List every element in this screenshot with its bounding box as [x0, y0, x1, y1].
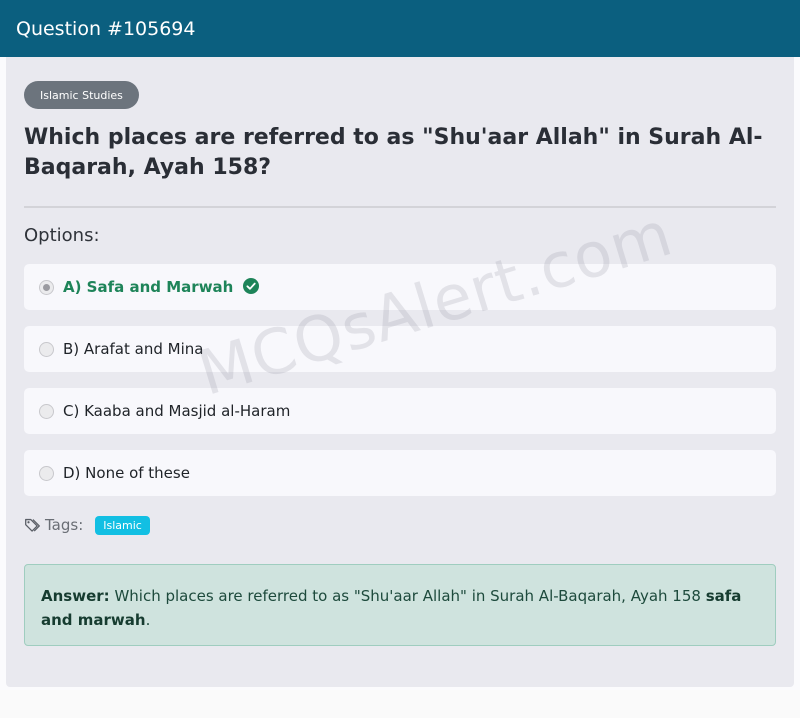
option-b[interactable]: B) Arafat and Mina — [24, 326, 776, 372]
radio-button[interactable] — [39, 465, 54, 481]
option-c[interactable]: C) Kaaba and Masjid al-Haram — [24, 388, 776, 434]
category-badge[interactable]: Islamic Studies — [24, 81, 139, 109]
tags-label: Tags: — [45, 516, 84, 534]
answer-box: Answer: Which places are referred to as … — [24, 564, 776, 646]
option-label: A) Safa and Marwah — [63, 278, 260, 296]
divider — [24, 206, 776, 208]
radio-button[interactable] — [39, 403, 54, 419]
page: Question #105694 Islamic Studies Which p… — [0, 0, 800, 718]
check-circle-icon — [243, 278, 260, 294]
option-d[interactable]: D) None of these — [24, 450, 776, 496]
question-card: Islamic Studies Which places are referre… — [6, 57, 794, 687]
answer-prefix: Answer: — [41, 587, 110, 605]
option-a[interactable]: A) Safa and Marwah — [24, 264, 776, 310]
option-d-label: D) None of these — [63, 464, 190, 482]
answer-question-text: Which places are referred to as "Shu'aar… — [114, 587, 701, 605]
bottom-strip — [0, 690, 800, 718]
radio-button[interactable] — [39, 341, 54, 357]
question-title: Which places are referred to as "Shu'aar… — [24, 125, 763, 180]
options-heading: Options: — [24, 225, 100, 246]
radio-button-selected[interactable] — [39, 279, 54, 295]
option-a-label: A) Safa and Marwah — [63, 278, 234, 296]
page-header: Question #105694 — [0, 0, 800, 57]
answer-suffix: . — [145, 611, 151, 629]
tags-row: Tags: Islamic — [24, 514, 150, 536]
question-number-title: Question #105694 — [16, 17, 196, 40]
tag-islamic[interactable]: Islamic — [95, 515, 150, 535]
option-b-label: B) Arafat and Mina — [63, 340, 204, 358]
tags-icon — [25, 518, 40, 532]
option-c-label: C) Kaaba and Masjid al-Haram — [63, 402, 291, 420]
